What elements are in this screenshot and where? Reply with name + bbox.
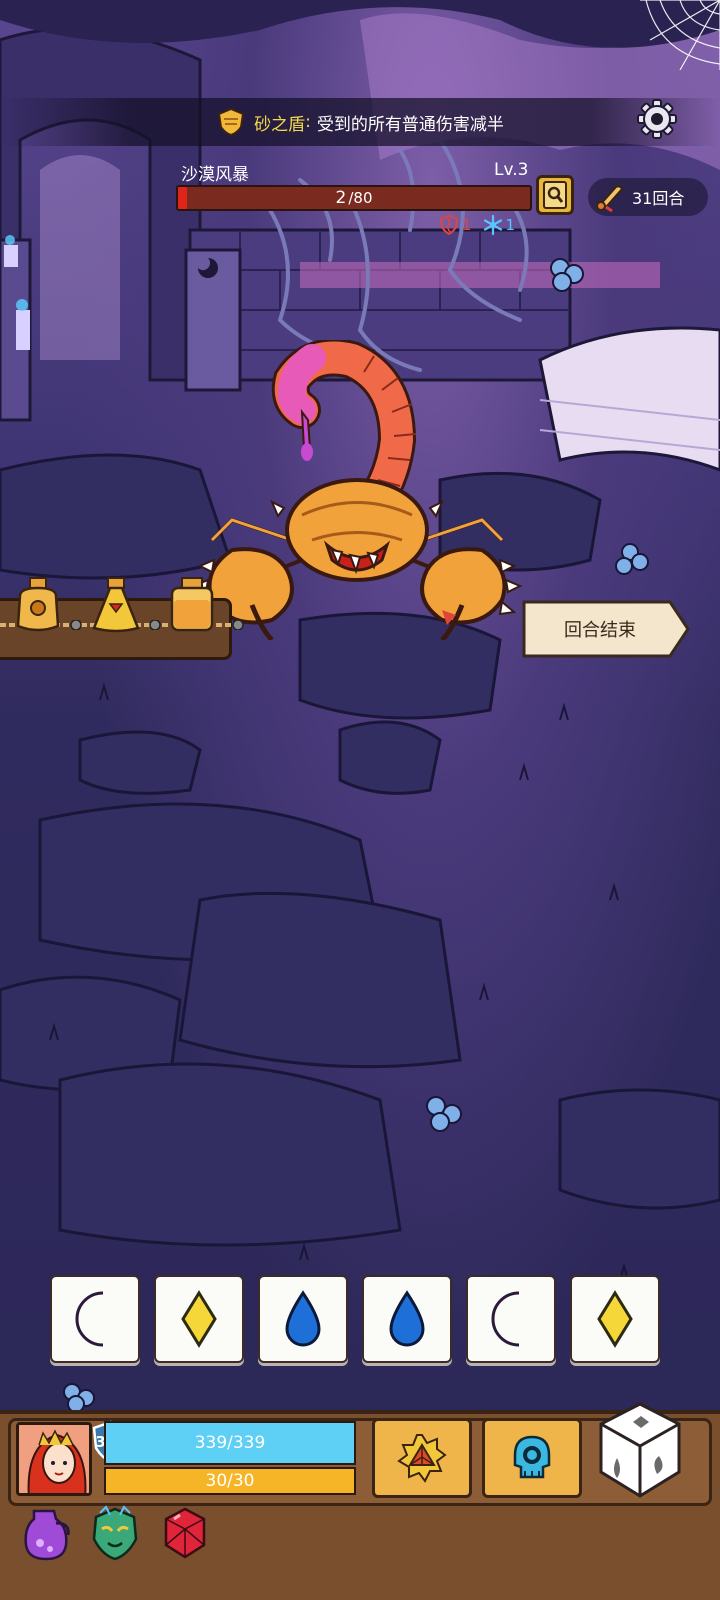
die-3[interactable] xyxy=(258,1275,348,1363)
end-turn-label: 回合结束 xyxy=(564,620,636,641)
green-mask-icon[interactable] xyxy=(88,1505,142,1561)
status-armor-break-count: 1 xyxy=(462,216,472,234)
roll-dice-button[interactable] xyxy=(595,1400,685,1500)
sand-shield-icon xyxy=(218,107,245,137)
water-drop-icon xyxy=(389,1290,425,1347)
status-armor-break[interactable]: 1 xyxy=(438,214,472,236)
potion-jar-icon[interactable] xyxy=(164,576,220,638)
turn-label: 31回合 xyxy=(632,189,685,208)
skill-colon: : xyxy=(305,112,311,132)
turn-counter: 31回合 xyxy=(588,178,708,216)
enemy-hp-text: 2 /80 xyxy=(178,187,530,209)
skill-slot-2[interactable] xyxy=(482,1418,582,1498)
magnifier-book-icon xyxy=(543,181,567,209)
settings-gear-icon[interactable] xyxy=(636,98,678,140)
status-freeze-count: 1 xyxy=(505,216,516,234)
enemy-name: 沙漠风暴 xyxy=(181,165,249,185)
moon-icon xyxy=(75,1291,104,1347)
die-1[interactable] xyxy=(50,1275,140,1363)
potion-round-icon[interactable] xyxy=(10,576,66,638)
enemy-status-row: 1 1 xyxy=(438,214,515,236)
desert-storm-scorpion[interactable] xyxy=(192,340,522,640)
enemy-hp-max: /80 xyxy=(348,189,373,207)
die-5[interactable] xyxy=(466,1275,556,1363)
snowflake-icon xyxy=(483,214,502,236)
die-6[interactable] xyxy=(570,1275,660,1363)
boss-skill-banner: 砂之盾 : 受到的所有普通伤害减半 xyxy=(0,98,720,146)
fire-d20-icon xyxy=(397,1434,447,1483)
spider-web-icon xyxy=(640,0,720,70)
enemy-hp-current: 2 xyxy=(335,188,347,208)
end-turn-button[interactable]: 回合结束 xyxy=(520,598,692,660)
skill-slot-1[interactable] xyxy=(372,1418,472,1498)
ruby-icon[interactable] xyxy=(158,1505,212,1561)
status-freeze[interactable]: 1 xyxy=(482,214,516,236)
skill-description: 受到的所有普通伤害减半 xyxy=(316,114,504,135)
enemy-hp-bar: 2 /80 xyxy=(176,185,532,211)
shield-broken-icon xyxy=(439,214,459,236)
scroll-icon xyxy=(596,185,624,213)
die-2[interactable] xyxy=(154,1275,244,1363)
player-hp-text: 339/339 xyxy=(194,1433,266,1453)
water-drop-icon xyxy=(285,1290,321,1347)
dice-row xyxy=(50,1275,660,1365)
player-hp-bar: 339/339 xyxy=(104,1421,356,1465)
moon-icon xyxy=(491,1291,520,1347)
die-4[interactable] xyxy=(362,1275,452,1363)
skill-name: 砂之盾 xyxy=(254,114,306,135)
player-energy-text: 30/30 xyxy=(205,1471,255,1491)
blue-skull-icon xyxy=(513,1435,551,1479)
diamond-icon xyxy=(597,1290,633,1348)
player-avatar[interactable] xyxy=(16,1422,92,1496)
enemy-inspect-button[interactable] xyxy=(536,175,574,215)
potion-pitcher-icon[interactable] xyxy=(20,1505,74,1561)
enemy-level: Lv.3 xyxy=(494,160,529,180)
diamond-icon xyxy=(181,1290,217,1348)
red-hair-heroine-portrait xyxy=(19,1425,89,1493)
player-energy-bar: 30/30 xyxy=(104,1467,356,1495)
potion-cone-icon[interactable] xyxy=(88,576,144,638)
